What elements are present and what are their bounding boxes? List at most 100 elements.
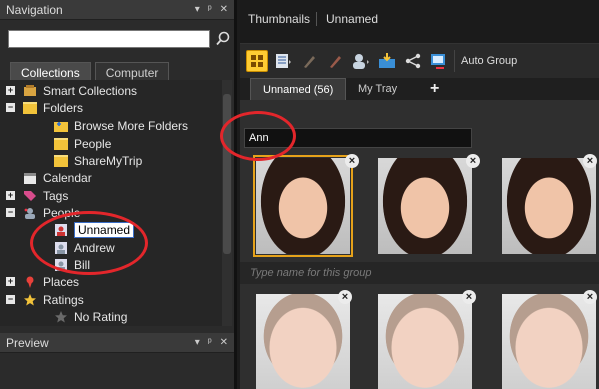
close-icon[interactable]: ×: [583, 290, 597, 304]
tab-unnamed[interactable]: Unnamed: [326, 12, 378, 26]
face-thumbnail[interactable]: [378, 294, 472, 389]
navigation-title: Navigation: [6, 2, 63, 17]
navigation-tabs: Collections Computer: [10, 62, 234, 82]
slideshow-button[interactable]: [428, 50, 450, 72]
tag-icon: [24, 190, 36, 201]
edit-button[interactable]: [298, 50, 320, 72]
face-photo: [378, 294, 472, 389]
folder-icon: [54, 137, 68, 150]
navigation-search-input[interactable]: [8, 30, 210, 48]
navigation-pane: Navigation ▾ ᵖ ✕ Collections Computer + …: [0, 0, 237, 389]
search-icon[interactable]: [215, 31, 231, 47]
tree-item-folder-people[interactable]: People: [54, 135, 111, 152]
folder-icon: [23, 101, 37, 114]
tab-my-tray[interactable]: My Tray: [346, 78, 409, 100]
tab-thumbnails[interactable]: Thumbnails: [248, 12, 310, 26]
tree-item-calendar[interactable]: Calendar: [23, 169, 92, 186]
face-thumbnail[interactable]: [502, 294, 596, 389]
content-tabs: Unnamed (56) My Tray +: [240, 78, 599, 100]
tree-item-folders[interactable]: − Folders: [6, 99, 83, 116]
tree-label: People: [74, 136, 112, 151]
face-thumbnail[interactable]: [502, 158, 596, 254]
group-name-placeholder[interactable]: Type name for this group: [240, 262, 599, 284]
face-photo: [502, 294, 596, 389]
brush-icon: [304, 56, 315, 68]
annotation-circle: [30, 211, 148, 275]
thumbnails-pane: Thumbnails Unnamed Auto Group Unnamed (5…: [240, 0, 599, 389]
tree-label: Smart Collections: [43, 83, 138, 98]
thumbnail-view-button[interactable]: [246, 50, 268, 72]
document-tabs: Thumbnails Unnamed: [240, 0, 599, 44]
person-icon: [353, 54, 369, 69]
collapse-icon[interactable]: −: [6, 295, 15, 304]
navigation-header: Navigation ▾ ᵖ ✕: [0, 0, 234, 20]
tree-label: Ratings: [43, 292, 84, 307]
pin-icon[interactable]: ᵖ: [208, 337, 212, 348]
tree-label: Places: [43, 274, 80, 289]
face-thumbnail[interactable]: [256, 294, 350, 389]
close-icon[interactable]: ×: [466, 154, 480, 168]
smart-collections-icon: [24, 84, 36, 96]
face-photo: [502, 158, 596, 254]
face-photo: [378, 158, 472, 254]
tree-label: Folders: [43, 100, 84, 115]
collections-tree: + Smart Collections − Folders Browse Mor…: [0, 80, 222, 326]
tree-label: Tags: [43, 188, 69, 203]
retouch-icon: [330, 56, 341, 68]
tree-item-places[interactable]: + Places: [6, 273, 79, 290]
face-thumbnail[interactable]: [253, 155, 353, 257]
tree-item-sharemytrip[interactable]: ShareMyTrip: [54, 152, 142, 169]
close-icon[interactable]: ×: [462, 290, 476, 304]
share-button[interactable]: [402, 50, 424, 72]
preview-controls: ▾ ᵖ ✕: [195, 337, 228, 348]
face-thumbnail[interactable]: [378, 158, 472, 254]
tab-divider: [316, 12, 317, 26]
tree-label: Browse More Folders: [74, 118, 189, 133]
close-icon[interactable]: ×: [583, 154, 597, 168]
people-button[interactable]: [350, 50, 372, 72]
tree-label: ShareMyTrip: [74, 153, 143, 168]
annotation-circle: [220, 111, 296, 161]
close-icon[interactable]: ✕: [220, 337, 228, 348]
expand-icon[interactable]: +: [6, 86, 15, 95]
navigation-controls: ▾ ᵖ ✕: [195, 4, 228, 15]
people-icon: [24, 207, 35, 219]
preview-header: Preview ▾ ᵖ ✕: [0, 333, 234, 353]
navigation-search: [8, 30, 231, 48]
tree-item-smart-collections[interactable]: + Smart Collections: [6, 82, 137, 99]
tab-unnamed-count[interactable]: Unnamed (56): [250, 78, 347, 100]
list-view-icon: [276, 54, 291, 68]
tab-collections[interactable]: Collections: [10, 62, 91, 82]
import-icon: [379, 53, 395, 68]
pane-menu-icon[interactable]: ▾: [195, 337, 200, 348]
preview-title: Preview: [6, 335, 49, 350]
close-icon[interactable]: ×: [338, 290, 352, 304]
collapse-icon[interactable]: −: [6, 208, 15, 217]
face-photo: [256, 294, 350, 389]
tree-scrollbar[interactable]: [222, 80, 232, 326]
auto-group-button[interactable]: Auto Group: [454, 50, 523, 72]
details-view-button[interactable]: [272, 50, 294, 72]
tree-item-no-rating[interactable]: No Rating: [54, 308, 127, 325]
close-icon[interactable]: ×: [345, 154, 359, 168]
tab-computer[interactable]: Computer: [94, 62, 170, 82]
tree-label: No Rating: [74, 309, 128, 324]
tree-item-ratings[interactable]: − Ratings: [6, 291, 84, 308]
share-icon: [405, 53, 421, 69]
face-photo: [256, 158, 350, 254]
expand-icon[interactable]: +: [6, 277, 15, 286]
pin-icon[interactable]: ᵖ: [208, 4, 212, 15]
calendar-icon: [24, 172, 36, 184]
close-icon[interactable]: ✕: [220, 4, 228, 15]
tree-item-browse-more-folders[interactable]: Browse More Folders: [54, 117, 188, 134]
import-button[interactable]: [376, 50, 398, 72]
star-icon: [24, 293, 36, 305]
add-tab-button[interactable]: +: [418, 78, 451, 100]
slideshow-icon: [431, 54, 445, 69]
retouch-button[interactable]: [324, 50, 346, 72]
add-folder-icon: [54, 121, 68, 132]
collapse-icon[interactable]: −: [6, 103, 15, 112]
expand-icon[interactable]: +: [6, 191, 15, 200]
pane-menu-icon[interactable]: ▾: [195, 4, 200, 15]
tree-item-tags[interactable]: + Tags: [6, 187, 68, 204]
